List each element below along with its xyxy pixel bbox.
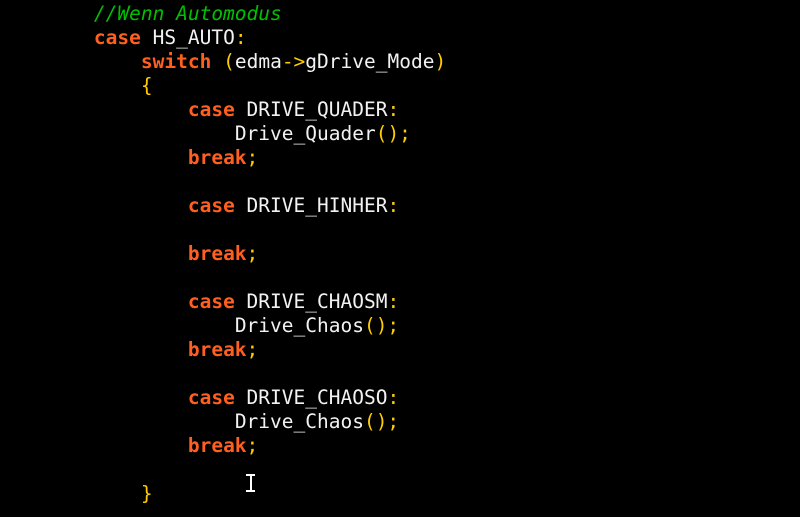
code-token-keyword: case — [93, 26, 141, 49]
code-line[interactable]: break; — [0, 338, 800, 362]
code-text-area[interactable]: //Wenn Automodus case HS_AUTO: switch (e… — [0, 0, 800, 506]
code-token-keyword: switch — [140, 50, 212, 73]
code-line[interactable]: break; — [0, 146, 800, 170]
code-token-punct: ; — [246, 146, 259, 169]
code-token-punct: ) — [434, 50, 447, 73]
code-line[interactable]: Drive_Chaos(); — [0, 314, 800, 338]
code-token-ident: DRIVE_CHAOSO — [234, 386, 388, 409]
code-token-op: -> — [281, 50, 306, 73]
code-token-punct: : — [387, 194, 400, 217]
code-line[interactable]: Drive_Chaos(); — [0, 410, 800, 434]
code-token-func: Drive_Chaos — [234, 314, 364, 337]
code-line[interactable] — [0, 266, 800, 290]
code-token-punct: (); — [375, 122, 411, 145]
code-token-ident: DRIVE_CHAOSM — [234, 290, 388, 313]
code-token-keyword: break — [187, 434, 247, 457]
code-token-comment: //Wenn Automodus — [93, 2, 282, 25]
code-token-brace: { — [140, 74, 153, 97]
code-token-func: Drive_Chaos — [234, 410, 364, 433]
code-token-punct: ; — [246, 434, 259, 457]
code-token-keyword: case — [187, 386, 235, 409]
code-token-punct: (); — [363, 410, 400, 433]
code-token-ident: HS_AUTO — [140, 26, 235, 49]
code-line[interactable] — [0, 170, 800, 194]
code-token-ident: edma — [234, 50, 282, 73]
code-token-keyword: case — [187, 98, 235, 121]
code-token-keyword: case — [187, 194, 235, 217]
code-token-ident — [211, 50, 223, 73]
code-line[interactable] — [0, 218, 800, 242]
code-line[interactable]: switch (edma->gDrive_Mode) — [0, 50, 800, 74]
code-line[interactable]: break; — [0, 434, 800, 458]
code-token-ident: DRIVE_QUADER — [234, 98, 388, 121]
code-line[interactable] — [0, 458, 800, 482]
code-token-punct: ; — [246, 338, 259, 361]
code-line[interactable]: //Wenn Automodus — [0, 2, 800, 26]
code-line[interactable] — [0, 362, 800, 386]
code-line[interactable]: } — [0, 482, 800, 506]
code-token-punct: ; — [246, 242, 259, 265]
code-token-punct: : — [387, 386, 400, 409]
code-token-keyword: break — [187, 242, 247, 265]
code-token-keyword: break — [187, 338, 247, 361]
code-token-ident: gDrive_Mode — [305, 50, 435, 73]
code-token-brace: } — [140, 482, 153, 505]
code-line[interactable]: case DRIVE_HINHER: — [0, 194, 800, 218]
code-line[interactable]: Drive_Quader(); — [0, 122, 800, 146]
code-token-punct: (); — [363, 314, 400, 337]
code-token-punct: ( — [223, 50, 235, 73]
code-token-ident: DRIVE_HINHER — [234, 194, 388, 217]
code-token-func: Drive_Quader — [234, 122, 376, 145]
code-line[interactable]: case DRIVE_CHAOSO: — [0, 386, 800, 410]
code-editor-viewport[interactable]: //Wenn Automodus case HS_AUTO: switch (e… — [0, 0, 800, 517]
code-line[interactable]: { — [0, 74, 800, 98]
code-line[interactable]: case HS_AUTO: — [0, 26, 800, 50]
code-token-keyword: break — [187, 146, 247, 169]
code-token-keyword: case — [187, 290, 235, 313]
code-line[interactable]: case DRIVE_QUADER: — [0, 98, 800, 122]
code-line[interactable]: case DRIVE_CHAOSM: — [0, 290, 800, 314]
code-token-punct: : — [387, 98, 400, 121]
code-line[interactable]: break; — [0, 242, 800, 266]
code-token-punct: : — [234, 26, 247, 49]
code-token-punct: : — [387, 290, 400, 313]
